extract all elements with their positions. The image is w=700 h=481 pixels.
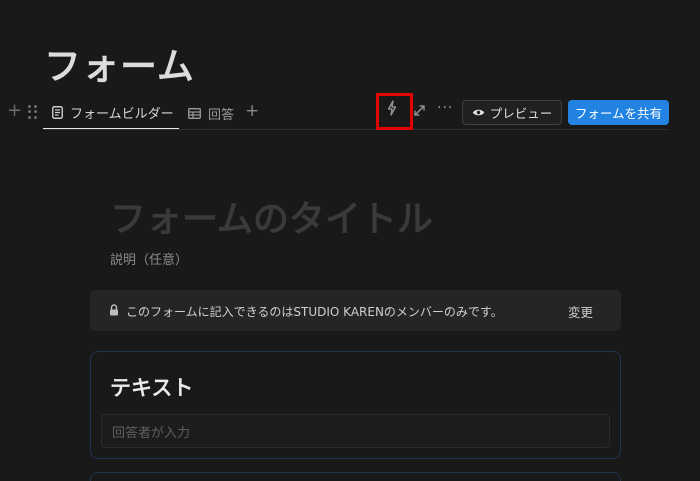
form-title-input[interactable]: フォームのタイトル xyxy=(110,190,433,242)
share-form-button-label: フォームを共有 xyxy=(574,106,663,121)
drag-handle-icon[interactable] xyxy=(28,105,38,119)
expand-arrows-icon[interactable] xyxy=(413,104,426,117)
answer-input[interactable]: 回答者が入力 xyxy=(101,414,610,448)
share-form-button[interactable]: フォームを共有 xyxy=(568,100,669,125)
question-title[interactable]: テキスト xyxy=(110,372,193,402)
next-question-card[interactable] xyxy=(90,472,621,481)
form-description-input[interactable]: 説明（任意） xyxy=(110,249,188,268)
document-icon xyxy=(52,105,63,119)
more-options-icon[interactable]: ··· xyxy=(437,100,453,116)
page-title: フォーム xyxy=(44,45,195,88)
change-access-button[interactable]: 変更 xyxy=(568,302,593,321)
access-notice-text: このフォームに記入できるのはSTUDIO KARENのメンバーのみです。 xyxy=(126,305,503,319)
tab-label: フォームビルダー xyxy=(70,106,174,122)
add-block-plus-icon[interactable]: + xyxy=(7,102,22,120)
add-view-plus-icon[interactable]: + xyxy=(245,102,259,120)
eye-icon xyxy=(472,109,484,116)
preview-button[interactable]: プレビュー xyxy=(462,100,562,125)
tab-answers[interactable]: 回答 xyxy=(188,96,234,130)
tab-label: 回答 xyxy=(208,107,235,123)
lightning-bolt-icon[interactable] xyxy=(386,100,398,116)
table-icon xyxy=(188,107,201,119)
question-card[interactable]: テキスト 回答者が入力 xyxy=(90,351,621,459)
toolbar-divider xyxy=(43,129,668,130)
tab-form-builder[interactable]: フォームビルダー xyxy=(43,96,179,130)
preview-button-label: プレビュー xyxy=(489,106,553,121)
lock-icon xyxy=(110,304,118,316)
access-notice: このフォームに記入できるのはSTUDIO KARENのメンバーのみです。 変更 xyxy=(90,290,621,331)
